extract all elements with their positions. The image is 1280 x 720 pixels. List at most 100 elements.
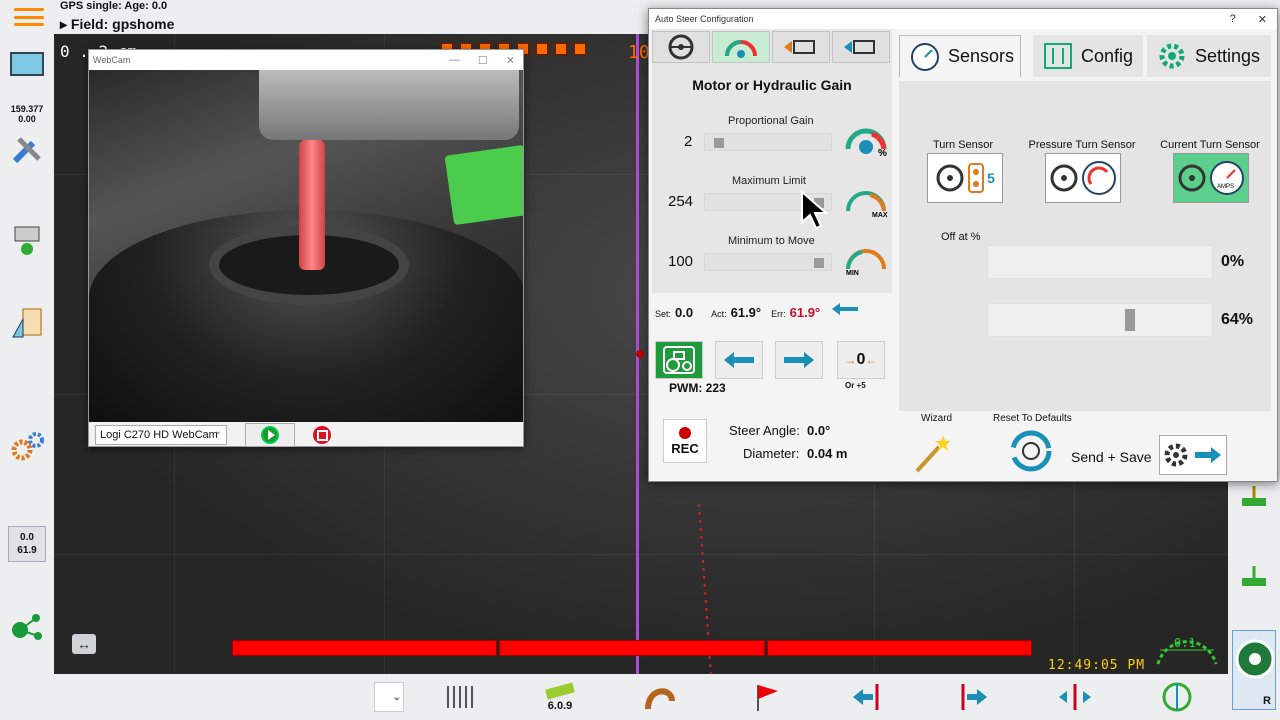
arrow-right-icon <box>1195 447 1221 463</box>
steer-angle-label: Steer Angle: <box>729 423 800 438</box>
zero-wheel-angle-button[interactable]: → 0 ← <box>837 341 885 379</box>
proportional-gain-slider[interactable] <box>704 133 832 151</box>
wizard-wand-icon[interactable] <box>911 429 957 475</box>
tab-steer-advanced[interactable] <box>832 31 890 63</box>
diameter-label: Diameter: <box>743 446 800 461</box>
current-turn-sensor-label: Current Turn Sensor <box>1160 139 1260 151</box>
minimum-to-move-slider[interactable] <box>704 253 832 271</box>
maximize-button[interactable]: ☐ <box>478 54 488 67</box>
turn-sensor-button[interactable]: 5 <box>927 153 1003 203</box>
reset-defaults-icon[interactable] <box>1009 429 1053 473</box>
section-2[interactable] <box>499 640 765 656</box>
webcam-controls: Logi C270 HD WebCam <box>89 422 523 448</box>
implement-width-icon[interactable]: 6.0.9 <box>540 678 580 716</box>
steering-wheel-icon <box>1050 164 1078 192</box>
motor-shaft <box>299 140 325 270</box>
dropdown-select[interactable]: ⌄ <box>374 678 404 716</box>
gauge-caption: MAX <box>872 212 888 219</box>
hitch-gauge-icon: 0.1 <box>1152 634 1222 670</box>
close-button[interactable]: ✕ <box>506 54 515 67</box>
share-icon[interactable] <box>6 606 48 648</box>
section-control-bar[interactable] <box>232 640 1032 656</box>
steer-set-value: 0.0 <box>20 532 34 543</box>
proportional-gain-label: Proportional Gain <box>728 115 814 127</box>
steer-angle-readout[interactable]: 0.0 61.9 <box>8 526 46 562</box>
tractor-icon <box>663 346 695 374</box>
camera-select[interactable]: Logi C270 HD WebCam <box>95 425 227 445</box>
tab-steer-settings[interactable] <box>772 31 830 63</box>
section-3[interactable] <box>766 640 1032 656</box>
autosteer-title: Auto Steer Configuration <box>655 14 754 24</box>
stop-button[interactable] <box>313 426 331 444</box>
minimize-button[interactable]: — <box>449 54 460 67</box>
hamburger-menu-icon[interactable] <box>14 8 44 26</box>
steer-right-button[interactable] <box>775 341 823 379</box>
field-tools-icon[interactable] <box>6 218 48 260</box>
slider-thumb[interactable] <box>714 138 725 148</box>
tools-icon[interactable] <box>6 128 48 170</box>
record-icon <box>679 426 691 439</box>
help-button[interactable]: ? <box>1230 13 1236 26</box>
gain-percent-gauge-icon: % <box>844 125 888 159</box>
uturn-icon[interactable] <box>640 678 680 716</box>
tab-config[interactable]: Config <box>1033 35 1143 77</box>
off-at-slider[interactable] <box>987 245 1213 279</box>
nudge-left-icon[interactable] <box>850 678 886 716</box>
center-offset-readout: Or +5 <box>845 381 866 390</box>
send-save-label: Send + Save <box>1071 449 1152 465</box>
webcam-window[interactable]: WebCam — ☐ ✕ Logi C270 HD WebCam <box>88 49 524 447</box>
snap-to-pivot-icon[interactable] <box>1056 678 1094 716</box>
tab-settings-label: Settings <box>1195 45 1261 66</box>
set-label: Set: <box>655 309 672 319</box>
flag-icon[interactable] <box>748 678 784 716</box>
turn-sensor-value: 5 <box>987 170 995 186</box>
gear-icon <box>1159 43 1185 69</box>
expand-view-button[interactable]: ↔ <box>72 634 96 654</box>
tab-settings[interactable]: Settings <box>1147 35 1271 77</box>
tool-height-icon[interactable] <box>1234 484 1274 519</box>
steer-angle-value: 0.0° <box>807 423 831 438</box>
autosteer-titlebar[interactable]: Auto Steer Configuration ? ✕ <box>649 9 1277 29</box>
tab-gain[interactable] <box>712 31 770 63</box>
steer-left-button[interactable] <box>715 341 763 379</box>
close-button[interactable]: ✕ <box>1258 13 1267 26</box>
field-name-text[interactable]: ▸ Field: gpshome <box>60 16 174 33</box>
lightbar-number: 10 <box>628 42 650 63</box>
tab-sensors[interactable]: Sensors <box>899 35 1021 77</box>
steer-actual-value: 61.9 <box>17 545 37 556</box>
steer-motor-toggle-button[interactable] <box>655 341 703 379</box>
current-turn-sensor-button[interactable]: AMPS <box>1173 153 1249 203</box>
min-gauge-icon: MIN <box>844 245 888 277</box>
autosteer-config-window[interactable]: Auto Steer Configuration ? ✕ Motor or Hy… <box>648 8 1278 482</box>
boundary-icon[interactable] <box>6 302 48 344</box>
section-1[interactable] <box>232 640 498 656</box>
arrow-in-icon: → <box>844 353 857 367</box>
display-icon[interactable] <box>6 44 48 86</box>
gear-icon <box>1164 443 1188 467</box>
config-sliders-icon <box>1044 43 1072 69</box>
nudge-right-icon[interactable] <box>954 678 990 716</box>
settings-gears-icon[interactable] <box>6 426 48 468</box>
tool-height-down-icon[interactable] <box>1234 564 1274 599</box>
lightbar-led <box>535 42 549 56</box>
diameter-value: 0.04 m <box>807 446 848 461</box>
webcam-feed-image <box>89 70 523 422</box>
record-label: REC <box>671 440 699 456</box>
off-at-label: Off at % <box>941 231 981 243</box>
rows-icon[interactable] <box>440 678 480 716</box>
webcam-titlebar[interactable]: WebCam — ☐ ✕ <box>89 50 523 70</box>
tab-steering-wheel[interactable] <box>652 31 710 63</box>
autosteer-engage-button[interactable]: R <box>1232 630 1276 710</box>
slider-thumb[interactable] <box>813 258 824 268</box>
gauge-icon <box>911 42 939 71</box>
max-gauge-icon: MAX <box>844 187 888 219</box>
send-save-button[interactable] <box>1159 435 1227 475</box>
play-button[interactable] <box>245 423 295 447</box>
sensors-panel: Turn Sensor 5 Pressure Turn Sensor Curre… <box>899 81 1271 411</box>
gauge-caption: % <box>878 148 887 157</box>
abline-cycle-icon[interactable] <box>1160 678 1194 716</box>
speed-bottom: 0.00 <box>18 114 36 124</box>
minimum-to-move-label: Minimum to Move <box>728 235 815 247</box>
pressure-turn-sensor-button[interactable] <box>1045 153 1121 203</box>
record-button[interactable]: REC <box>663 419 707 463</box>
